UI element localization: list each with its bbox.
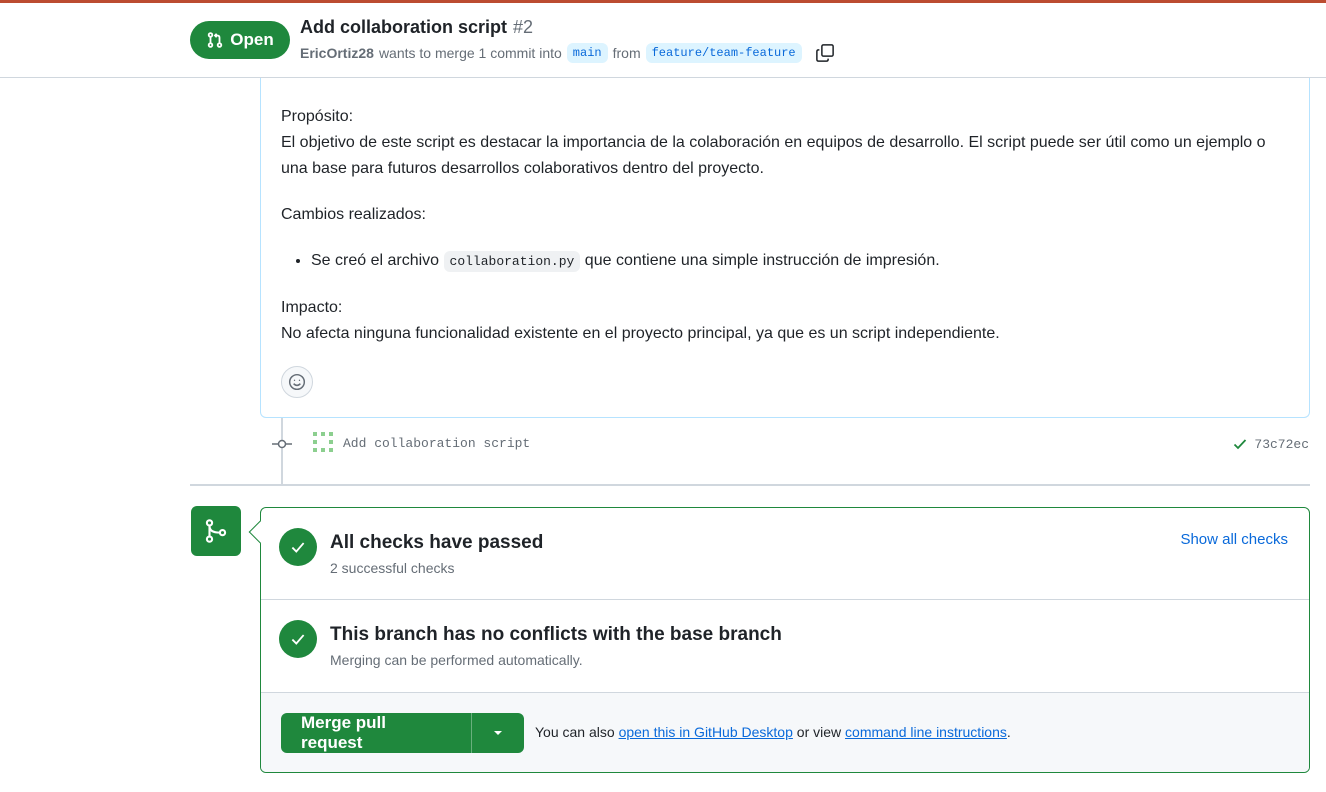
check-circle-icon [279,620,317,658]
pr-state-label: Open [230,30,274,49]
comment-body: Propósito: El objetivo de este script es… [281,104,1281,367]
commit-sha-link[interactable]: 73c72ec [1254,437,1309,452]
merge-method-dropdown[interactable] [471,713,524,753]
merge-box: All checks have passed 2 successful chec… [260,507,1310,773]
from-text: from [612,45,641,61]
merge-status-icon-box [191,506,241,556]
avatar[interactable] [312,431,334,453]
command-line-instructions-link[interactable]: command line instructions [845,724,1007,740]
commit-message-link[interactable]: Add collaboration script [343,436,530,451]
pr-description-comment: Propósito: El objetivo de este script es… [260,40,1310,418]
purpose-paragraph: Propósito: El objetivo de este script es… [281,104,1281,182]
smiley-icon [288,373,306,391]
conflicts-title: This branch has no conflicts with the ba… [330,624,782,645]
check-circle-icon [279,528,317,566]
pr-sticky-header: Open Add collaboration script #2 EricOrti… [0,3,1326,78]
checks-title: All checks have passed [330,532,544,553]
git-commit-icon [272,436,292,452]
merge-hint: You can also open this in GitHub Desktop… [535,724,1011,740]
page-title: Add collaboration script #2 [300,17,533,38]
hint-mid: or view [796,724,842,740]
merge-button-group: Merge pull request [281,713,524,753]
pr-state-badge: Open [190,21,290,59]
changes-heading: Cambios realizados: [281,206,426,223]
checks-subtitle: 2 successful checks [330,560,455,576]
head-branch-tag[interactable]: feature/team-feature [645,43,802,63]
merge-action-section: Merge pull request You can also open thi… [261,693,1309,772]
pr-number: #2 [513,17,534,37]
hint-suffix: . [1006,724,1011,740]
purpose-heading: Propósito: [281,108,354,125]
meta-text: wants to merge 1 commit into [378,45,562,61]
impact-paragraph: Impacto: No afecta ninguna funcionalidad… [281,295,1281,347]
change-item-prefix: Se creó el archivo [311,252,440,269]
add-reaction-button[interactable] [281,366,313,398]
changes-list: Se creó el archivo collaboration.py que … [311,248,1281,275]
open-in-desktop-link[interactable]: open this in GitHub Desktop [619,724,793,740]
inline-code: collaboration.py [443,251,581,272]
base-branch-tag[interactable]: main [566,43,608,63]
git-pull-request-icon [206,31,224,49]
pr-title-text: Add collaboration script [300,17,508,37]
purpose-text: El objetivo de este script es destacar l… [281,134,1266,177]
hint-prefix: You can also [535,724,615,740]
show-all-checks-link[interactable]: Show all checks [1180,531,1288,548]
conflicts-section: This branch has no conflicts with the ba… [261,600,1309,693]
conflicts-subtitle: Merging can be performed automatically. [330,652,583,668]
triangle-down-icon [492,729,504,737]
impact-text: No afecta ninguna funcionalidad existent… [281,325,1000,342]
checks-section: All checks have passed 2 successful chec… [261,508,1309,600]
list-item: Se creó el archivo collaboration.py que … [311,248,1281,275]
pr-meta: EricOrtiz28 wants to merge 1 commit into… [300,43,835,63]
timeline-divider [190,484,1310,486]
impact-heading: Impacto: [281,299,343,316]
author-link[interactable]: EricOrtiz28 [300,45,374,61]
git-merge-icon [203,518,229,544]
commit-sha: 73c72ec [1232,436,1309,452]
copy-icon[interactable] [815,43,835,63]
check-icon[interactable] [1232,436,1248,452]
change-item-suffix: que contiene una simple instrucción de i… [584,252,940,269]
merge-pull-request-button[interactable]: Merge pull request [281,713,471,753]
